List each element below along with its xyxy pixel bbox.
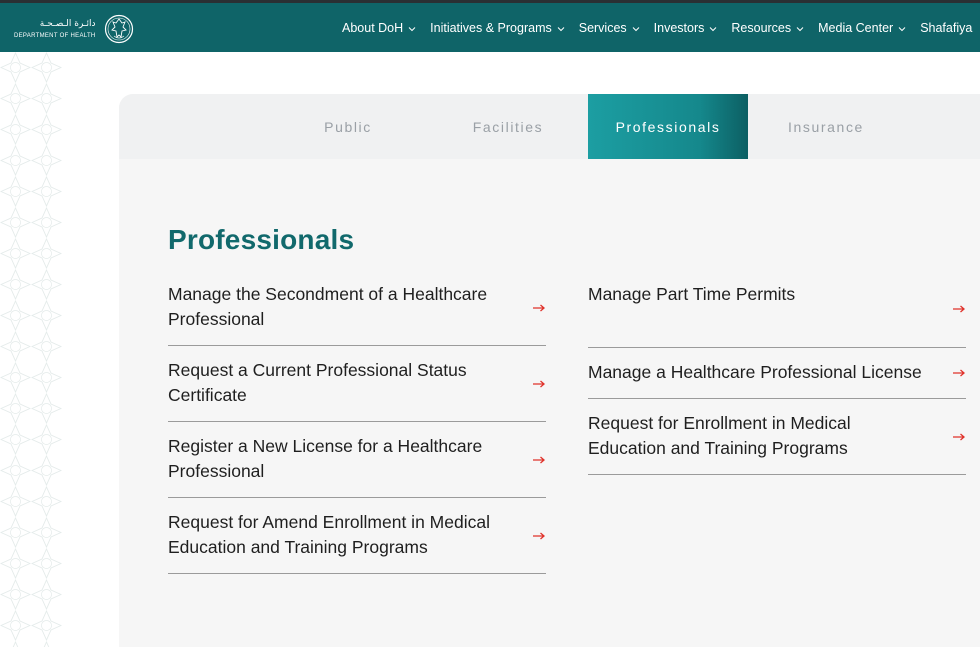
nav-label: Shafafiya <box>920 20 973 35</box>
page: دائـرة الـصـحـة DEPARTMENT OF HEALTH Abo… <box>0 0 980 647</box>
main-nav: About DoH Initiatives & Programs Service… <box>342 3 980 52</box>
logo-english-text: DEPARTMENT OF HEALTH <box>14 32 96 39</box>
service-link-label: Manage a Healthcare Professional License <box>588 362 922 382</box>
service-link-register-new-license[interactable]: Register a New License for a Healthcare … <box>168 422 546 498</box>
section-title: Professionals <box>168 224 355 255</box>
arrow-right-icon <box>953 305 965 312</box>
tab-professionals[interactable]: Professionals <box>588 94 748 159</box>
falcon-emblem-icon <box>104 14 133 44</box>
logo-wordmark: دائـرة الـصـحـة DEPARTMENT OF HEALTH <box>14 19 96 40</box>
arrow-right-icon <box>533 380 545 387</box>
tab-public[interactable]: Public <box>268 94 428 159</box>
nav-label: Initiatives & Programs <box>430 20 552 35</box>
top-navigation-bar: دائـرة الـصـحـة DEPARTMENT OF HEALTH Abo… <box>0 0 980 52</box>
service-link-part-time-permits[interactable]: Manage Part Time Permits <box>588 270 966 348</box>
arrow-right-icon <box>953 433 965 440</box>
service-link-label: Manage Part Time Permits <box>588 284 796 304</box>
service-link-label: Request a Current Professional Status Ce… <box>168 360 467 405</box>
service-link-manage-secondment[interactable]: Manage the Secondment of a Healthcare Pr… <box>168 270 546 346</box>
chevron-down-icon <box>796 27 804 32</box>
services-card: Public Facilities Professionals Insuranc… <box>119 94 980 647</box>
nav-label: Investors <box>653 20 705 35</box>
nav-label: Services <box>578 20 627 35</box>
services-list-left: Manage the Secondment of a Healthcare Pr… <box>168 270 546 574</box>
services-list-right: Manage Part Time Permits Manage a Health… <box>588 270 966 475</box>
arrow-right-icon <box>533 304 545 311</box>
chevron-down-icon <box>408 27 416 32</box>
service-link-label: Request for Amend Enrollment in Medical … <box>168 512 490 557</box>
nav-media-center[interactable]: Media Center <box>818 21 906 35</box>
tab-facilities[interactable]: Facilities <box>428 94 588 159</box>
nav-initiatives-programs[interactable]: Initiatives & Programs <box>430 21 565 35</box>
nav-label: Resources <box>731 20 792 35</box>
chevron-down-icon <box>710 27 717 32</box>
arrow-right-icon <box>953 369 965 377</box>
nav-shafafiya[interactable]: Shafafiya <box>920 21 972 35</box>
arrow-right-icon <box>533 456 545 463</box>
audience-tabs: Public Facilities Professionals Insuranc… <box>119 94 980 159</box>
service-link-label: Manage the Secondment of a Healthcare Pr… <box>168 284 488 329</box>
nav-resources[interactable]: Resources <box>731 21 804 35</box>
chevron-down-icon <box>898 27 906 32</box>
nav-label: Media Center <box>818 20 894 35</box>
service-link-manage-professional-license[interactable]: Manage a Healthcare Professional License <box>588 348 966 399</box>
arrow-right-icon <box>533 532 545 539</box>
service-link-enrollment-medical-education[interactable]: Request for Enrollment in Medical Educat… <box>588 399 966 475</box>
nav-about-doh[interactable]: About DoH <box>342 21 416 35</box>
chevron-down-icon <box>632 27 640 32</box>
chevron-down-icon <box>557 27 565 32</box>
service-link-professional-status-certificate[interactable]: Request a Current Professional Status Ce… <box>168 346 546 422</box>
logo-arabic-text: دائـرة الـصـحـة <box>39 18 96 29</box>
decorative-pattern <box>0 52 62 647</box>
tab-insurance[interactable]: Insurance <box>746 94 906 159</box>
service-link-label: Request for Enrollment in Medical Educat… <box>588 413 851 458</box>
nav-label: About DoH <box>342 20 404 35</box>
service-link-amend-enrollment[interactable]: Request for Amend Enrollment in Medical … <box>168 498 546 574</box>
service-link-label: Register a New License for a Healthcare … <box>168 436 483 481</box>
nav-services[interactable]: Services <box>579 21 640 35</box>
doh-logo[interactable]: دائـرة الـصـحـة DEPARTMENT OF HEALTH <box>14 9 134 49</box>
nav-investors[interactable]: Investors <box>654 21 718 35</box>
